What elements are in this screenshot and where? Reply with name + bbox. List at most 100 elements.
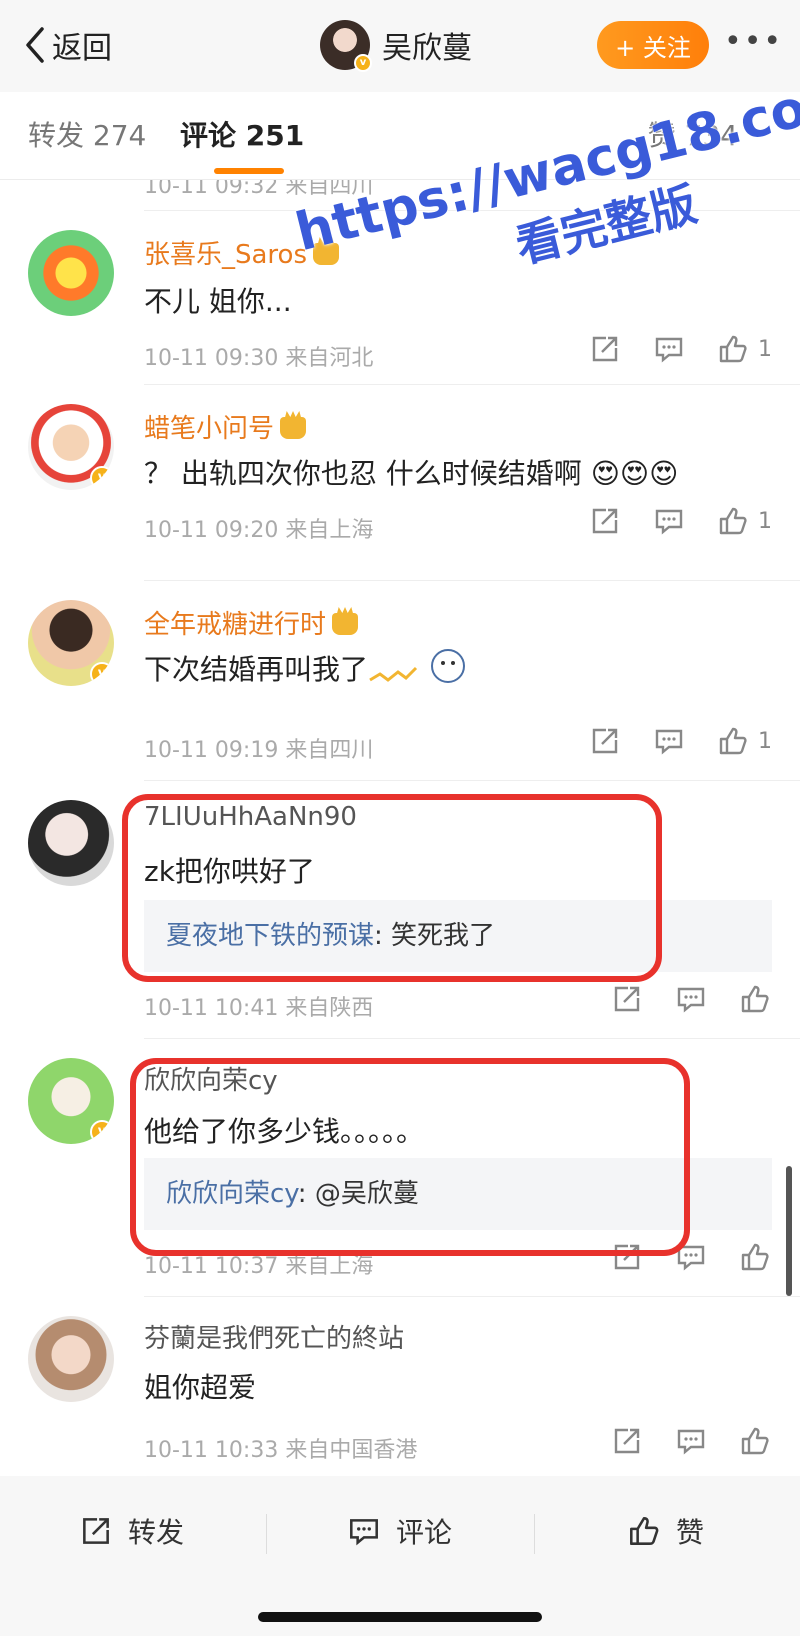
highlight-box — [130, 1058, 690, 1256]
back-button[interactable]: 返回 — [22, 22, 112, 68]
avatar[interactable] — [28, 1316, 114, 1402]
verified-badge-icon: v — [90, 1120, 114, 1144]
username-text: 张喜乐_Saros — [144, 240, 308, 270]
bottom-action-bar: 转发 评论 赞 — [0, 1476, 800, 1636]
divider — [534, 1514, 535, 1554]
share-icon — [592, 508, 618, 534]
comment-username[interactable]: 蜡笔小问号 — [144, 408, 307, 445]
comment-text: ？ 出轨四次你也忍 什么时候结婚啊 😍😍😍 — [144, 457, 679, 490]
comment-button[interactable] — [652, 332, 686, 366]
tab-comments[interactable]: 评论 251 — [180, 114, 304, 154]
comment-meta: 10-11 10:41 来自陕西 — [144, 996, 374, 1021]
comment-actions: 1 — [558, 332, 772, 366]
thumbs-up-icon — [741, 985, 769, 1013]
comment-text: 下次结婚再叫我了 — [144, 653, 369, 686]
tab-likes[interactable]: 赞 734 — [648, 114, 738, 154]
avatar[interactable]: v — [320, 20, 372, 72]
like-count: 1 — [758, 508, 772, 534]
comment-actions — [580, 982, 772, 1016]
tab-active-indicator — [214, 168, 284, 174]
share-icon — [614, 986, 640, 1012]
share-icon — [592, 728, 618, 754]
bottom-like-button[interactable]: 赞 — [626, 1506, 704, 1556]
thumbs-up-icon — [630, 1517, 659, 1545]
comment-username[interactable]: 全年戒糖进行时 — [144, 604, 359, 641]
comment-username[interactable]: 芬蘭是我們死亡的終站 — [144, 1318, 404, 1355]
avatar[interactable] — [28, 800, 114, 886]
avatar[interactable] — [28, 230, 114, 316]
comment-button[interactable] — [674, 982, 708, 1016]
comment-icon — [655, 729, 683, 755]
comment-meta: 10-11 09:30 来自河北 — [144, 346, 374, 371]
tab-reposts[interactable]: 转发 274 — [28, 114, 146, 154]
back-label: 返回 — [52, 31, 112, 66]
thumbs-up-icon — [741, 1427, 769, 1455]
bottom-share-button[interactable]: 转发 — [78, 1506, 184, 1556]
verified-badge-icon: v — [354, 54, 372, 72]
page-title: 吴欣蔓 — [382, 31, 472, 66]
share-button[interactable] — [588, 332, 622, 366]
avatar[interactable]: v — [28, 404, 114, 490]
crown-icon — [313, 243, 340, 265]
share-button[interactable] — [610, 1424, 644, 1458]
thumbs-up-icon — [719, 507, 747, 535]
comment-icon — [655, 337, 683, 363]
comment-button[interactable] — [652, 724, 686, 758]
list-item: 张喜乐_Saros 不儿 姐你... 10-11 09:30 来自河北 1 — [0, 210, 800, 384]
like-button[interactable]: 1 — [716, 724, 772, 758]
avatar[interactable]: v — [28, 1058, 114, 1144]
thumbs-up-icon — [719, 335, 747, 363]
username-text: 蜡笔小问号 — [144, 414, 275, 444]
comment-icon — [677, 1429, 705, 1455]
bottom-comment-button[interactable]: 评论 — [346, 1506, 452, 1556]
share-icon — [614, 1428, 640, 1454]
sticker-image — [360, 636, 470, 692]
thumbs-up-icon — [741, 1243, 769, 1271]
comment-button[interactable] — [674, 1424, 708, 1458]
comment-actions: 1 — [558, 724, 772, 758]
comment-icon — [350, 1519, 378, 1546]
list-item: v 全年戒糖进行时 下次结婚再叫我了 10-11 09:19 来自四川 1 — [0, 580, 800, 780]
top-nav-bar: 返回 v 吴欣蔓 + 关注 ••• — [0, 0, 800, 92]
share-button[interactable] — [588, 724, 622, 758]
like-button[interactable]: 1 — [716, 332, 772, 366]
comment-meta: 10-11 10:33 来自中国香港 — [144, 1438, 418, 1463]
divider — [266, 1514, 267, 1554]
follow-button[interactable]: + 关注 — [597, 21, 709, 69]
like-button[interactable] — [738, 1240, 772, 1274]
comment-actions: 1 — [558, 504, 772, 538]
username-text: 全年戒糖进行时 — [144, 610, 327, 640]
profile-header[interactable]: v 吴欣蔓 — [320, 18, 472, 72]
comment-text: 姐你超爱 — [144, 1371, 257, 1404]
like-count: 1 — [758, 336, 772, 362]
verified-badge-icon: v — [90, 466, 114, 490]
like-button[interactable]: 1 — [716, 504, 772, 538]
like-count: 1 — [758, 728, 772, 754]
home-indicator[interactable] — [258, 1612, 542, 1622]
comment-icon — [655, 509, 683, 535]
more-options-icon[interactable]: ••• — [724, 24, 783, 59]
comment-username[interactable]: 张喜乐_Saros — [144, 234, 340, 271]
bottom-share-label: 转发 — [128, 1516, 185, 1549]
comment-meta: 10-11 09:20 来自上海 — [144, 518, 374, 543]
bottom-like-label: 赞 — [676, 1516, 705, 1549]
comment-button[interactable] — [652, 504, 686, 538]
chevron-left-icon — [26, 27, 44, 63]
list-item: 芬蘭是我們死亡的終站 姐你超爱 10-11 10:33 来自中国香港 — [0, 1296, 800, 1476]
verified-badge-icon: v — [90, 662, 114, 686]
comment-actions — [580, 1424, 772, 1458]
like-button[interactable] — [738, 1424, 772, 1458]
thumbs-up-icon — [719, 727, 747, 755]
like-button[interactable] — [738, 982, 772, 1016]
avatar[interactable]: v — [28, 600, 114, 686]
share-button[interactable] — [588, 504, 622, 538]
share-icon — [592, 336, 618, 362]
share-icon — [83, 1518, 109, 1544]
bottom-comment-label: 评论 — [396, 1516, 453, 1549]
scrollbar[interactable] — [786, 1166, 792, 1296]
share-button[interactable] — [610, 982, 644, 1016]
comment-text: 不儿 姐你... — [144, 285, 292, 318]
comment-meta: 10-11 09:19 来自四川 — [144, 738, 374, 763]
list-item: v 蜡笔小问号 ？ 出轨四次你也忍 什么时候结婚啊 😍😍😍 10-11 09:2… — [0, 384, 800, 556]
crown-icon — [332, 613, 359, 635]
